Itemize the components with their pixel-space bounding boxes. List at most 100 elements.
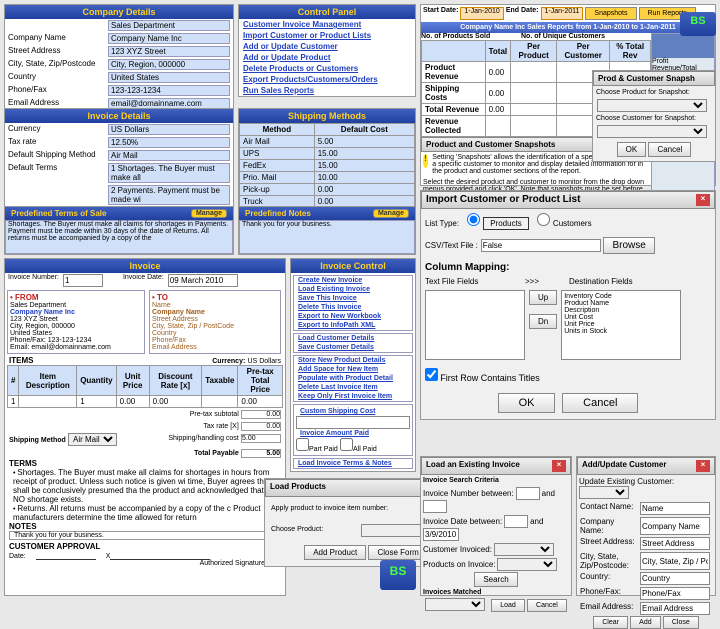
add-cust-button[interactable]: Add	[630, 616, 660, 629]
id-value[interactable]: 1 Shortages. The Buyer must make all	[108, 163, 230, 183]
dest-field[interactable]: Product Name	[564, 300, 678, 307]
inv-control-link[interactable]: Save Customer Details	[294, 343, 412, 352]
cd-value[interactable]: United States	[108, 72, 230, 83]
browse-button[interactable]: Browse	[603, 237, 654, 254]
all-paid-check[interactable]	[340, 438, 353, 451]
control-panel-link[interactable]: Export Products/Customers/Orders	[239, 74, 415, 85]
cd-value[interactable]: Sales Department	[108, 20, 230, 31]
start-date-val[interactable]: 1-Jan-2010	[460, 7, 503, 20]
cd-value[interactable]: Company Name Inc	[108, 33, 230, 44]
phone-input[interactable]	[640, 587, 710, 600]
choose-prod-select[interactable]	[597, 99, 707, 112]
csz-input[interactable]	[640, 552, 710, 570]
inv-control-link[interactable]: Add Space for New Item	[294, 365, 412, 374]
close-cust-button[interactable]: Close	[663, 616, 699, 629]
inv-date-input[interactable]	[168, 274, 238, 287]
dest-field[interactable]: Unit Price	[564, 321, 678, 328]
choose-cust-select[interactable]	[597, 125, 707, 138]
id-value[interactable]: 12.50%	[108, 137, 230, 148]
control-panel-link[interactable]: Add or Update Customer	[239, 41, 415, 52]
prod-inv-select[interactable]	[497, 558, 557, 571]
add-product-button[interactable]: Add Product	[304, 545, 366, 560]
custom-ship-link[interactable]: Custom Shipping Cost	[296, 407, 410, 416]
first-row-check[interactable]	[425, 368, 438, 381]
dest-field[interactable]: Inventory Code	[564, 293, 678, 300]
invnum-to[interactable]	[423, 500, 447, 513]
snapshots-button[interactable]: Snapshots	[585, 7, 636, 20]
dest-fields-list[interactable]: Inventory CodeProduct NameDescriptionUni…	[561, 290, 681, 360]
up-button[interactable]: Up	[529, 290, 557, 305]
import-ok-button[interactable]: OK	[498, 393, 556, 413]
invdate-to[interactable]	[423, 528, 459, 541]
id-value[interactable]: US Dollars	[108, 124, 230, 135]
import-close-icon[interactable]: ×	[696, 194, 710, 206]
inv-control-link[interactable]: Delete This Invoice	[294, 303, 412, 312]
import-cancel-button[interactable]: Cancel	[562, 393, 638, 413]
company-name-input[interactable]	[640, 517, 710, 535]
load-terms-link[interactable]: Load Invoice Terms & Notes	[294, 459, 412, 468]
amount-paid-link[interactable]: Invoice Amount Paid	[296, 429, 410, 438]
id-value[interactable]: Air Mail	[108, 150, 230, 161]
inv-cell[interactable]: 1	[8, 396, 19, 408]
inv-control-link[interactable]: Export to InfoPath XML	[294, 321, 412, 330]
invdate-from[interactable]	[504, 515, 528, 528]
inv-cell[interactable]: 0.00	[116, 396, 149, 408]
file-input[interactable]	[481, 239, 601, 252]
inv-cell[interactable]: 0.00	[149, 396, 202, 408]
inv-control-link[interactable]: Save This Invoice	[294, 294, 412, 303]
search-button[interactable]: Search	[474, 572, 517, 587]
inv-control-link[interactable]: Export to New Workbook	[294, 312, 412, 321]
id-value[interactable]: 2 Payments. Payment must be made wi	[108, 185, 230, 205]
cd-value[interactable]: City, Region, 000000	[108, 59, 230, 70]
dn-button[interactable]: Dn	[529, 314, 557, 329]
email-input[interactable]	[640, 602, 710, 615]
control-panel-link[interactable]: Add or Update Product	[239, 52, 415, 63]
snap2-ok[interactable]: OK	[617, 142, 647, 157]
street-input[interactable]	[640, 537, 710, 550]
invnum-from[interactable]	[516, 487, 540, 500]
load-inv-button[interactable]: Load	[491, 599, 525, 612]
inv-cell[interactable]	[202, 396, 238, 408]
cancel-inv-button[interactable]: Cancel	[527, 599, 567, 612]
dest-field[interactable]: Unit Cost	[564, 314, 678, 321]
inv-control-link[interactable]: Store New Product Details	[294, 356, 412, 365]
inv-control-link[interactable]: Load Existing Invoice	[294, 285, 412, 294]
text-fields-list[interactable]	[425, 290, 525, 360]
part-paid-check[interactable]	[296, 438, 309, 451]
control-panel-link[interactable]: Run Sales Reports	[239, 85, 415, 96]
manage-notes-button[interactable]: Manage	[373, 209, 409, 218]
clear-button[interactable]: Clear	[593, 616, 628, 629]
inv-cell[interactable]	[19, 396, 77, 408]
cd-value[interactable]: 123-123-1234	[108, 85, 230, 96]
loadinv-close-icon[interactable]: ×	[552, 460, 566, 472]
close-form-button[interactable]: Close Form	[368, 545, 427, 560]
inv-control-link[interactable]: Populate with Product Detail	[294, 374, 412, 383]
addcust-close-icon[interactable]: ×	[696, 460, 710, 472]
cd-value[interactable]: 123 XYZ Street	[108, 46, 230, 57]
cust-inv-select[interactable]	[494, 543, 554, 556]
inv-no-input[interactable]	[63, 274, 103, 287]
exist-cust-select[interactable]	[579, 486, 629, 499]
end-date-val[interactable]: 1-Jan-2011	[541, 7, 584, 20]
inv-control-link[interactable]: Create New Invoice	[294, 276, 412, 285]
ship-select[interactable]: Air Mail	[68, 433, 117, 446]
inv-control-link[interactable]: Load Customer Details	[294, 334, 412, 343]
control-panel-link[interactable]: Import Customer or Product Lists	[239, 30, 415, 41]
custom-ship-input[interactable]	[296, 416, 410, 429]
apply-prod-label: Apply product to invoice item number:	[271, 505, 388, 512]
manage-terms-button[interactable]: Manage	[191, 209, 227, 218]
dest-field[interactable]: Description	[564, 307, 678, 314]
inv-cell[interactable]: 0.00	[238, 396, 283, 408]
uniq-cust-label: No. of Unique Customers	[521, 33, 605, 40]
country-input[interactable]	[640, 572, 710, 585]
control-panel-link[interactable]: Customer Invoice Management	[239, 19, 415, 30]
snap2-cancel[interactable]: Cancel	[648, 142, 691, 157]
control-panel-link[interactable]: Delete Products or Customers	[239, 63, 415, 74]
contact-name-input[interactable]	[640, 502, 710, 515]
dest-field[interactable]: Units in Stock	[564, 328, 678, 335]
inv-cell[interactable]: 1	[77, 396, 116, 408]
customers-radio[interactable]	[537, 213, 550, 226]
inv-control-link[interactable]: Delete Last Invoice Item	[294, 383, 412, 392]
products-radio[interactable]	[467, 213, 480, 226]
inv-control-link[interactable]: Keep Only First Invoice Item	[294, 392, 412, 401]
